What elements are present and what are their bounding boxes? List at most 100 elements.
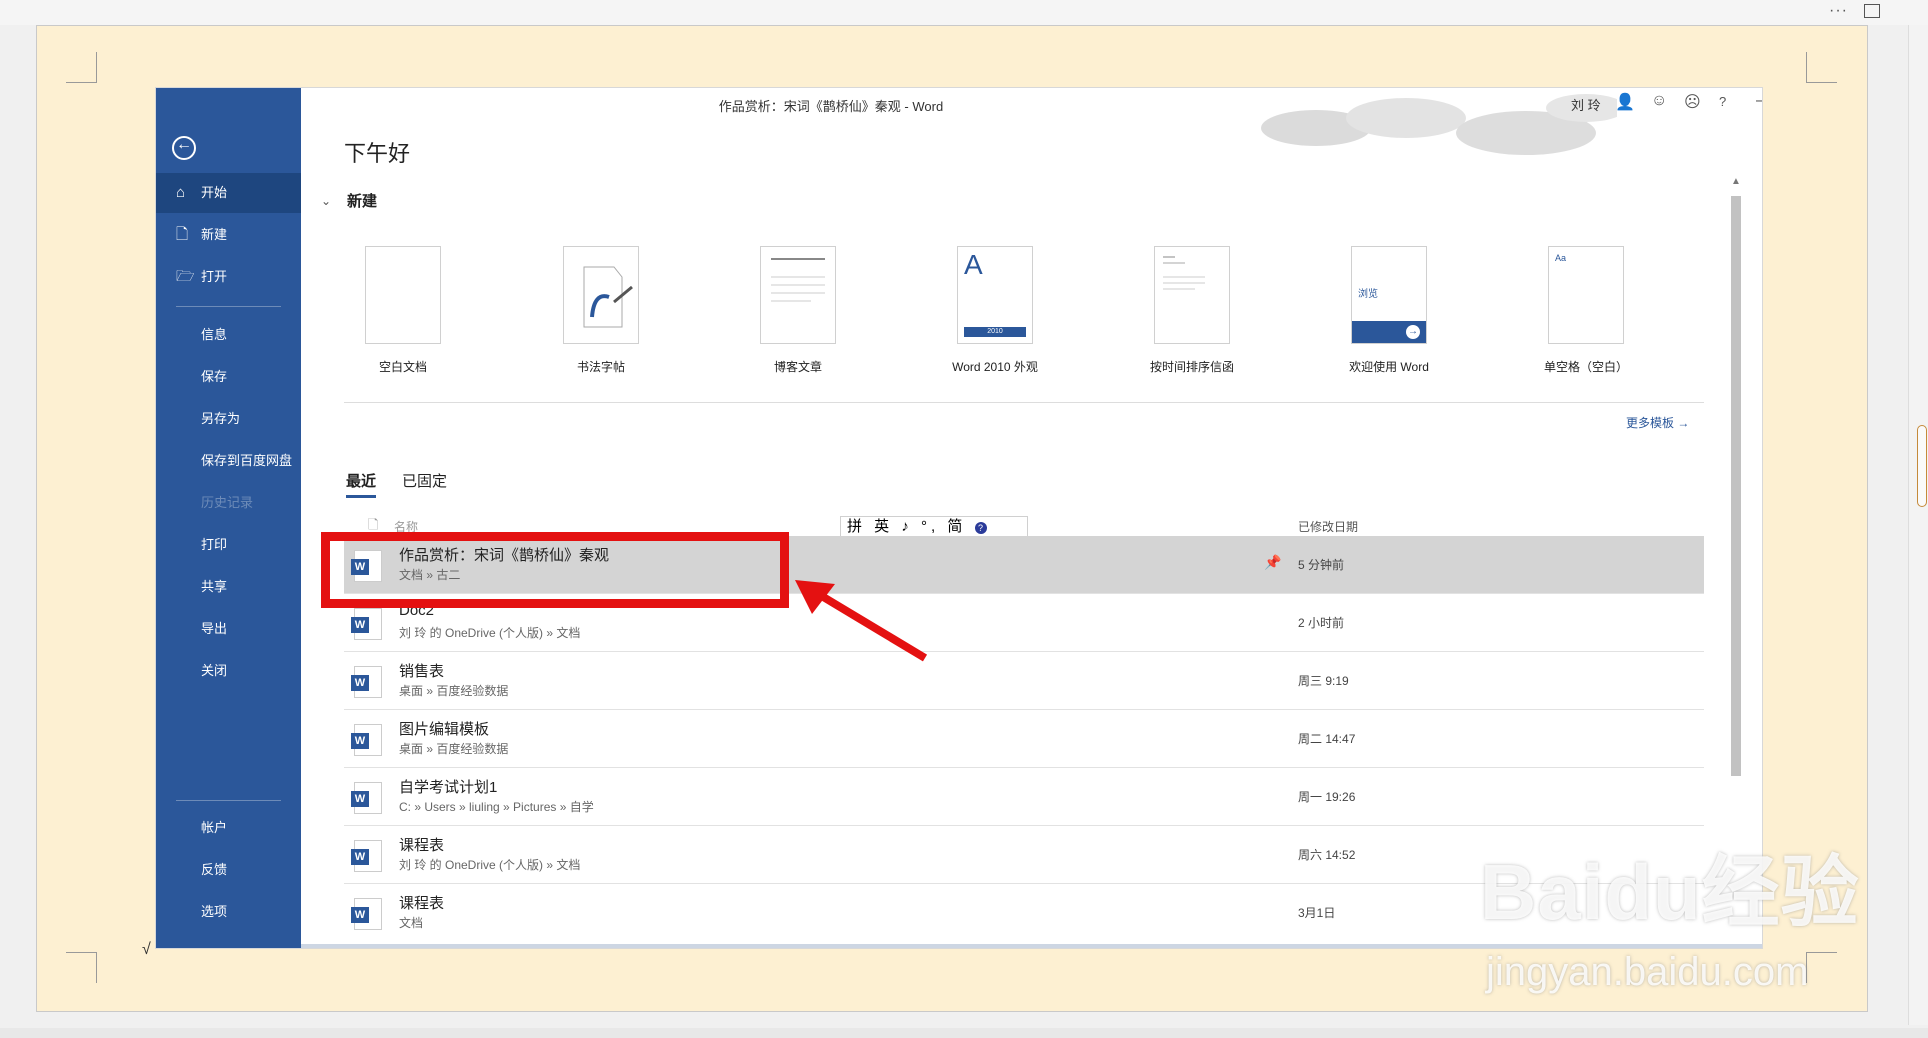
sidebar-item-new[interactable]: 🗋 新建: [156, 215, 301, 255]
recent-file-row[interactable]: W 图片编辑模板 桌面 » 百度经验数据 周二 14:47: [344, 710, 1704, 768]
template-thumbnail: A 2010: [957, 246, 1033, 344]
arrow-right-icon: →: [1406, 325, 1420, 339]
sidebar-item-save[interactable]: 保存: [156, 357, 301, 397]
file-date: 周二 14:47: [1298, 732, 1356, 746]
template-label: 欢迎使用 Word: [1349, 360, 1429, 374]
sidebar-item-share[interactable]: 共享: [156, 567, 301, 607]
browse-label: 浏览: [1358, 289, 1378, 300]
file-date: 周六 14:52: [1298, 848, 1356, 862]
file-path: 桌面 » 百度经验数据: [399, 684, 509, 698]
sidebar-item-label: 关闭: [201, 663, 228, 678]
pin-icon[interactable]: 📌: [1264, 554, 1281, 571]
greeting-heading: 下午好: [344, 141, 411, 166]
sidebar-item-options[interactable]: 选项: [156, 892, 301, 932]
file-name: 自学考试计划1: [399, 779, 498, 796]
smile-feedback-icon[interactable]: ☺: [1651, 92, 1667, 110]
more-options-icon[interactable]: ···: [1829, 2, 1848, 20]
template-single-space[interactable]: Aa 单空格（空白）: [1511, 246, 1661, 375]
template-label: 书法字帖: [576, 360, 625, 374]
sidebar-item-label: 新建: [201, 227, 228, 242]
more-templates-link[interactable]: 更多模板 →: [1626, 414, 1689, 431]
recent-file-row[interactable]: W 销售表 桌面 » 百度经验数据 周三 9:19: [344, 652, 1704, 710]
sidebar-item-home[interactable]: ⌂ 开始: [156, 173, 301, 213]
tab-recent[interactable]: 最近: [346, 470, 377, 498]
scroll-up-arrow-icon[interactable]: ▲: [1731, 176, 1741, 187]
section-divider: [344, 402, 1704, 403]
folder-open-icon: 🗁: [176, 268, 195, 285]
back-arrow-icon[interactable]: [172, 136, 196, 160]
frown-feedback-icon[interactable]: ☹: [1684, 92, 1701, 112]
user-avatar-icon[interactable]: 👤: [1615, 92, 1635, 112]
help-icon[interactable]: ?: [974, 522, 987, 534]
sidebar-item-label: 帐户: [201, 820, 228, 835]
sidebar-item-account[interactable]: 帐户: [156, 808, 301, 848]
sidebar-item-label: 反馈: [201, 862, 228, 877]
word-doc-icon: W: [351, 840, 382, 872]
sidebar-item-history: 历史记录: [156, 483, 301, 523]
template-label: Word 2010 外观: [952, 360, 1038, 374]
chevron-down-icon[interactable]: ⌄: [321, 194, 331, 208]
sidebar-item-save-baidu[interactable]: 保存到百度网盘: [156, 441, 301, 481]
recent-file-row[interactable]: W 自学考试计划1 C: » Users » liuling » Picture…: [344, 768, 1704, 826]
file-path: 刘 玲 的 OneDrive (个人版) » 文档: [399, 626, 581, 640]
template-blog-post[interactable]: 博客文章: [723, 246, 873, 375]
ribbon-display-icon[interactable]: [1864, 4, 1880, 18]
file-date: 2 小时前: [1298, 616, 1345, 630]
template-blank[interactable]: 空白文档: [328, 246, 478, 375]
help-icon[interactable]: ?: [1719, 94, 1726, 109]
sidebar-item-export[interactable]: 导出: [156, 609, 301, 649]
window-title-bar: 作品赏析：宋词《鹊桥仙》秦观 - Word 刘 玲 👤 ☺ ☹ ? – ❐ ✕: [301, 88, 1762, 120]
sidebar-item-label: 保存: [201, 369, 228, 384]
sidebar-item-label: 保存到百度网盘: [201, 453, 293, 468]
year-label: 2010: [964, 327, 1026, 337]
outer-vertical-scrollbar[interactable]: [1908, 25, 1928, 1025]
file-name: 课程表: [399, 895, 445, 912]
user-name[interactable]: 刘 玲: [1571, 95, 1601, 114]
template-thumbnail: 浏览 →: [1351, 246, 1427, 344]
watermark-brand: Baidu经验: [1480, 848, 1860, 936]
backstage-scroll-thumb[interactable]: [1731, 196, 1741, 776]
check-mark: √: [142, 941, 151, 958]
new-section-heading[interactable]: 新建: [347, 190, 377, 211]
template-word-2010[interactable]: A 2010 Word 2010 外观: [920, 246, 1070, 375]
sidebar-item-close[interactable]: 关闭: [156, 651, 301, 691]
sidebar-item-label: 打开: [201, 269, 228, 284]
more-templates-label: 更多模板: [1626, 416, 1675, 430]
file-name: 课程表: [399, 837, 445, 854]
template-label: 空白文档: [378, 360, 427, 374]
file-path: 刘 玲 的 OneDrive (个人版) » 文档: [399, 858, 581, 872]
file-path: 文档: [399, 916, 424, 930]
sidebar-item-label: 另存为: [201, 411, 241, 426]
sidebar-divider: [176, 800, 281, 801]
minimize-icon[interactable]: –: [1756, 92, 1762, 110]
column-header-date[interactable]: 已修改日期: [1298, 518, 1358, 535]
ime-toolbar[interactable]: 拼 英 ♪ °, 简 ?: [840, 516, 1028, 538]
backstage-horizontal-scrollbar[interactable]: [301, 944, 1762, 948]
crop-mark-bottom-left: [66, 952, 97, 983]
outer-scroll-thumb[interactable]: [1917, 425, 1927, 507]
tab-pinned[interactable]: 已固定: [402, 470, 447, 491]
crop-mark-top-right: [1806, 52, 1837, 83]
file-path: C: » Users » liuling » Pictures » 自学: [399, 800, 594, 814]
sidebar-item-save-as[interactable]: 另存为: [156, 399, 301, 439]
sidebar-item-feedback[interactable]: 反馈: [156, 850, 301, 890]
letter-lines-graphic: [1163, 256, 1205, 290]
sidebar-item-label: 选项: [201, 904, 228, 919]
sidebar-item-open[interactable]: 🗁 打开: [156, 257, 301, 297]
red-arrow-annotation: [795, 580, 928, 662]
file-path: 桌面 » 百度经验数据: [399, 742, 509, 756]
backstage-vertical-scrollbar[interactable]: ▲: [1729, 176, 1743, 876]
sidebar-item-print[interactable]: 打印: [156, 525, 301, 565]
word-doc-icon: W: [351, 724, 382, 756]
sidebar-item-info[interactable]: 信息: [156, 315, 301, 355]
word-doc-icon: W: [351, 898, 382, 930]
template-calligraphy[interactable]: 书法字帖: [526, 246, 676, 375]
template-timeline-letter[interactable]: 按时间排序信函: [1117, 246, 1267, 375]
new-doc-icon: 🗋: [176, 226, 189, 243]
highlight-annotation-box: [321, 532, 789, 608]
sidebar-item-label: 共享: [201, 579, 228, 594]
arrow-right-icon: →: [1677, 416, 1690, 430]
sidebar-item-label: 导出: [201, 621, 228, 636]
template-welcome-word[interactable]: 浏览 → 欢迎使用 Word: [1314, 246, 1464, 375]
outer-horizontal-scrollbar[interactable]: [0, 1028, 1928, 1038]
